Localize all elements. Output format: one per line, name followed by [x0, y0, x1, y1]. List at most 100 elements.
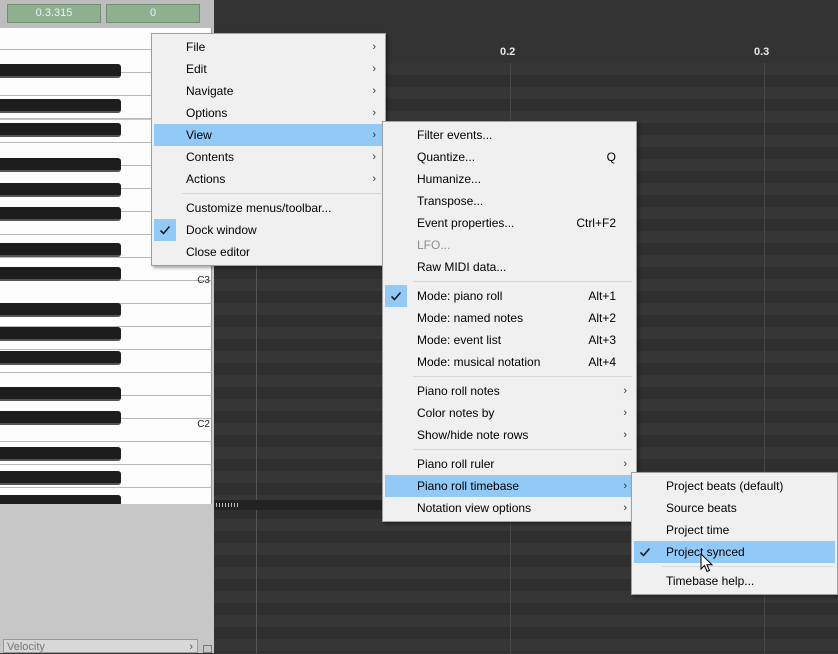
chevron-right-icon: › — [189, 641, 193, 653]
ruler-label-0-3: 0.3 — [754, 46, 770, 58]
menu-item-label: Source beats — [666, 501, 737, 515]
menu-item-piano-roll-notes[interactable]: Piano roll notes › — [385, 380, 634, 402]
chevron-right-icon: › — [372, 173, 376, 185]
menu-item-project-time[interactable]: Project time — [634, 519, 835, 541]
menu-item-options[interactable]: Options › — [154, 102, 383, 124]
menu-item-timebase-help[interactable]: Timebase help... — [634, 570, 835, 592]
menu-item-label: Piano roll timebase — [417, 479, 520, 493]
menu-item-file[interactable]: File › — [154, 36, 383, 58]
splitter-grip-icon[interactable] — [216, 503, 240, 507]
black-key[interactable] — [0, 158, 121, 172]
chevron-right-icon: › — [623, 502, 627, 514]
menu-item-humanize[interactable]: Humanize... — [385, 168, 634, 190]
black-key[interactable] — [0, 351, 121, 365]
black-key[interactable] — [0, 327, 121, 341]
menu-item-label: Raw MIDI data... — [417, 260, 507, 274]
menu-item-mode-event-list[interactable]: Mode: event list Alt+3 — [385, 329, 634, 351]
menu-item-dock-window[interactable]: Dock window — [154, 219, 383, 241]
chevron-right-icon: › — [623, 429, 627, 441]
menu-item-quantize[interactable]: Quantize... Q — [385, 146, 634, 168]
menu-item-piano-roll-ruler[interactable]: Piano roll ruler › — [385, 453, 634, 475]
black-key[interactable] — [0, 183, 121, 197]
menu-item-navigate[interactable]: Navigate › — [154, 80, 383, 102]
menu-item-label: Mode: piano roll — [417, 289, 503, 303]
menu-item-label: Mode: event list — [417, 333, 502, 347]
menu-item-label: Mode: musical notation — [417, 355, 541, 369]
menu-item-label: Timebase help... — [666, 574, 755, 588]
menu-item-label: Project beats (default) — [666, 479, 784, 493]
menu-item-actions[interactable]: Actions › — [154, 168, 383, 190]
black-key[interactable] — [0, 64, 121, 78]
black-key[interactable] — [0, 387, 121, 401]
menu-separator — [413, 281, 632, 282]
menu-item-label: Edit — [186, 62, 207, 76]
menu-item-mode-musical-notation[interactable]: Mode: musical notation Alt+4 — [385, 351, 634, 373]
menu-item-piano-roll-timebase[interactable]: Piano roll timebase › — [385, 475, 634, 497]
black-key[interactable] — [0, 267, 121, 281]
black-key[interactable] — [0, 207, 121, 221]
menu-item-edit[interactable]: Edit › — [154, 58, 383, 80]
black-key[interactable] — [0, 495, 121, 504]
menu-item-color-notes-by[interactable]: Color notes by › — [385, 402, 634, 424]
black-key[interactable] — [0, 411, 121, 425]
black-key[interactable] — [0, 123, 121, 137]
menu-item-label: Navigate — [186, 84, 234, 98]
menu-item-customize-menus-toolbar[interactable]: Customize menus/toolbar... — [154, 197, 383, 219]
menu-item-project-synced[interactable]: Project synced — [634, 541, 835, 563]
menu-item-raw-midi-data[interactable]: Raw MIDI data... — [385, 256, 634, 278]
menu-item-label: Options — [186, 106, 228, 120]
black-key[interactable] — [0, 447, 121, 461]
mouse-cursor-icon — [700, 552, 714, 576]
submenu-view: Filter events... Quantize... Q Humanize... T… — [382, 121, 637, 522]
lane-add-button[interactable] — [203, 645, 212, 653]
menu-item-label: Color notes by — [417, 406, 495, 420]
checkmark-icon — [154, 219, 176, 241]
chevron-right-icon: › — [623, 458, 627, 470]
menu-item-label: Filter events... — [417, 128, 493, 142]
menu-separator — [182, 193, 381, 194]
menu-item-notation-view-options[interactable]: Notation view options › — [385, 497, 634, 519]
menu-item-label: Humanize... — [417, 172, 482, 186]
chevron-right-icon: › — [623, 480, 627, 492]
menu-separator — [662, 566, 833, 567]
menu-item-mode-piano-roll[interactable]: Mode: piano roll Alt+1 — [385, 285, 634, 307]
velocity-label: Velocity — [7, 641, 45, 653]
menu-item-label: LFO... — [417, 238, 451, 252]
ruler-label-0-2: 0.2 — [500, 46, 516, 58]
menu-item-shortcut: Alt+2 — [588, 311, 616, 325]
menu-item-mode-named-notes[interactable]: Mode: named notes Alt+2 — [385, 307, 634, 329]
menu-item-view[interactable]: View › — [154, 124, 383, 146]
menu-item-source-beats[interactable]: Source beats — [634, 497, 835, 519]
menu-item-label: View — [186, 128, 212, 142]
top-fields-bar: 0.3.315 0 — [0, 0, 214, 28]
black-key[interactable] — [0, 471, 121, 485]
menu-item-label: Quantize... — [417, 150, 476, 164]
chevron-right-icon: › — [372, 129, 376, 141]
menu-item-filter-events[interactable]: Filter events... — [385, 124, 634, 146]
menu-item-event-properties[interactable]: Event properties... Ctrl+F2 — [385, 212, 634, 234]
menu-item-show-hide-note-rows[interactable]: Show/hide note rows › — [385, 424, 634, 446]
menu-item-label: Dock window — [186, 223, 257, 237]
menu-item-contents[interactable]: Contents › — [154, 146, 383, 168]
key-label: C3 — [197, 275, 210, 286]
value-field[interactable]: 0 — [106, 4, 200, 23]
key-label: C2 — [197, 419, 210, 430]
menu-item-label: Close editor — [186, 245, 251, 259]
black-key[interactable] — [0, 243, 121, 257]
menu-item-close-editor[interactable]: Close editor — [154, 241, 383, 263]
black-key[interactable] — [0, 99, 121, 113]
position-field[interactable]: 0.3.315 — [7, 4, 101, 23]
menu-item-project-beats-default[interactable]: Project beats (default) — [634, 475, 835, 497]
velocity-lane-select[interactable]: Velocity › — [3, 639, 198, 653]
menu-item-label: Actions — [186, 172, 226, 186]
menu-item-shortcut: Ctrl+F2 — [576, 216, 616, 230]
menu-item-shortcut: Q — [606, 150, 616, 164]
chevron-right-icon: › — [372, 151, 376, 163]
menu-item-transpose[interactable]: Transpose... — [385, 190, 634, 212]
white-key[interactable] — [0, 281, 212, 304]
checkmark-icon — [634, 541, 656, 563]
black-key[interactable] — [0, 303, 121, 317]
menu-item-label: Event properties... — [417, 216, 515, 230]
chevron-right-icon: › — [372, 85, 376, 97]
checkmark-icon — [385, 285, 407, 307]
